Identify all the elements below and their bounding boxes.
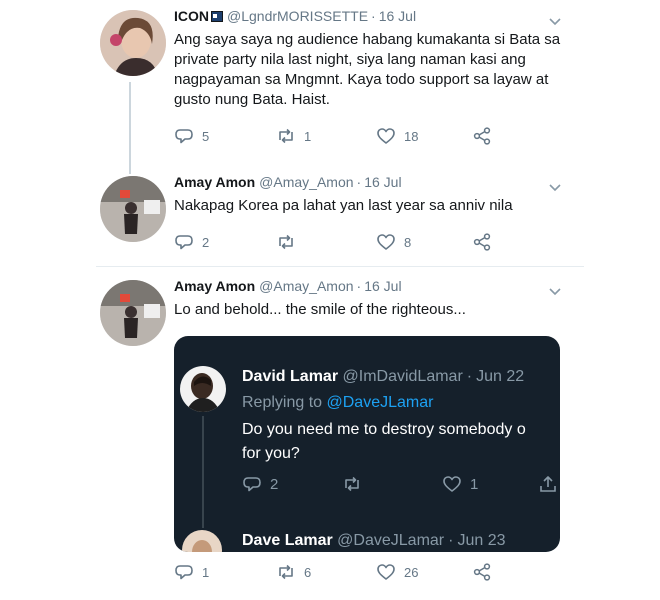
tweet-date[interactable]: 16 Jul: [364, 278, 401, 294]
retweet-icon: [345, 476, 359, 492]
tweet[interactable]: Amay Amon @Amay_Amon · 16 Jul Nakapag Korea…: [96, 168, 584, 266]
reply-icon: [175, 565, 193, 580]
thread-line: [202, 416, 204, 528]
user-handle[interactable]: @LgndrMORISSETTE: [227, 8, 368, 24]
tweet-feed: ICON @LgndrMORISSETTE · 16 Jul Ang saya say…: [96, 0, 584, 600]
tweet-header: David Lamar @ImDavidLamar · Jun 22: [242, 368, 524, 386]
tweet-header: Amay Amon @Amay_Amon · 16 Jul: [174, 174, 402, 190]
separator-dot: ·: [356, 174, 362, 190]
share-icon: [473, 127, 491, 145]
divider: [96, 266, 584, 267]
like-button[interactable]: 18: [376, 126, 418, 146]
share-button[interactable]: [472, 232, 492, 252]
reply-button[interactable]: 2: [242, 474, 278, 494]
chevron-down-icon[interactable]: [548, 284, 562, 296]
display-name[interactable]: Dave Lamar: [242, 532, 333, 549]
share-icon: [540, 476, 556, 492]
tweet-date[interactable]: 16 Jul: [364, 174, 401, 190]
retweet-button[interactable]: [276, 232, 304, 252]
share-icon: [473, 233, 491, 251]
tweet-date[interactable]: Jun 23: [457, 532, 505, 549]
retweet-button[interactable]: 6: [276, 562, 311, 582]
tweet-date[interactable]: 16 Jul: [379, 8, 416, 24]
retweet-icon: [279, 128, 293, 144]
user-handle[interactable]: @ImDavidLamar: [343, 368, 463, 385]
tweet-actions: 2 8: [174, 232, 554, 256]
tweet-header: ICON @LgndrMORISSETTE · 16 Jul: [174, 8, 416, 24]
avatar[interactable]: [100, 280, 166, 346]
separator-dot: ·: [371, 8, 376, 24]
avatar[interactable]: [100, 176, 166, 242]
user-handle[interactable]: @Amay_Amon: [259, 174, 353, 190]
like-button[interactable]: 26: [376, 562, 418, 582]
display-name[interactable]: Amay Amon: [174, 278, 255, 294]
tweet-text: Nakapag Korea pa lahat yan last year sa …: [174, 197, 513, 214]
tweet-text: Do you need me to destroy somebody o for…: [242, 418, 560, 466]
user-handle[interactable]: @Amay_Amon: [259, 278, 353, 294]
reply-button[interactable]: 5: [174, 126, 209, 146]
retweet-count: 6: [304, 564, 312, 580]
heart-icon: [377, 564, 395, 580]
reply-icon: [243, 477, 261, 492]
reply-icon: [175, 129, 193, 144]
reply-count: 2: [202, 234, 210, 250]
avatar[interactable]: [182, 530, 222, 552]
chevron-down-icon[interactable]: [548, 180, 562, 192]
avatar[interactable]: [100, 10, 166, 76]
like-count: 18: [404, 128, 419, 144]
tweet-actions: 2 1: [242, 474, 556, 498]
reply-count: 1: [202, 564, 210, 580]
share-button[interactable]: [472, 126, 492, 146]
tweet-text-line: Do you need me to destroy somebody o: [242, 421, 526, 438]
chevron-down-icon[interactable]: [548, 14, 562, 26]
like-button[interactable]: 1: [442, 474, 478, 494]
reply-button[interactable]: 1: [174, 562, 209, 582]
share-button[interactable]: [472, 562, 492, 582]
replying-to: Replying to @DaveJLamar: [242, 394, 433, 412]
separator-dot: ·: [356, 278, 362, 294]
retweet-button[interactable]: [342, 474, 370, 494]
heart-icon: [443, 476, 461, 492]
tweet-actions: 1 6 26: [174, 562, 554, 586]
retweet-button[interactable]: 1: [276, 126, 311, 146]
retweet-icon: [279, 234, 293, 250]
tweet-text: Ang saya saya ng audience habang kumakan…: [174, 31, 561, 108]
avatar[interactable]: [180, 366, 226, 412]
tweet-text: Lo and behold... the smile of the righte…: [174, 301, 466, 318]
retweet-count: 1: [304, 128, 312, 144]
like-count: 8: [404, 234, 412, 250]
quoted-screenshot-card[interactable]: David Lamar @ImDavidLamar · Jun 22 Replyin…: [174, 336, 560, 552]
reply-button[interactable]: 2: [174, 232, 209, 252]
tweet[interactable]: ICON @LgndrMORISSETTE · 16 Jul Ang saya say…: [96, 0, 584, 174]
reply-icon: [175, 235, 193, 250]
share-icon: [473, 563, 491, 581]
replying-label: Replying to: [242, 394, 323, 411]
tweet-header: Amay Amon @Amay_Amon · 16 Jul: [174, 278, 402, 294]
retweet-icon: [279, 564, 293, 580]
thread-line: [129, 82, 131, 174]
share-button[interactable]: [538, 474, 558, 494]
tweet-date[interactable]: Jun 22: [476, 368, 524, 385]
reply-count: 5: [202, 128, 210, 144]
heart-icon: [377, 128, 395, 144]
display-name[interactable]: ICON: [174, 8, 209, 24]
like-count: 1: [470, 475, 479, 493]
user-handle[interactable]: @DaveJLamar: [337, 532, 444, 549]
like-button[interactable]: 8: [376, 232, 411, 252]
separator-dot: ·: [448, 532, 454, 549]
like-count: 26: [404, 564, 419, 580]
display-name[interactable]: Amay Amon: [174, 174, 255, 190]
tweet-header: Dave Lamar @DaveJLamar · Jun 23: [242, 532, 506, 550]
tweet-actions: 5 1 18: [174, 126, 554, 150]
heart-icon: [377, 234, 395, 250]
tweet-text-line: for you?: [242, 445, 300, 462]
separator-dot: ·: [466, 368, 473, 385]
mention-link[interactable]: @DaveJLamar: [327, 394, 434, 411]
display-name[interactable]: David Lamar: [242, 368, 338, 385]
reply-count: 2: [270, 475, 279, 493]
id-badge-icon: [211, 9, 223, 22]
